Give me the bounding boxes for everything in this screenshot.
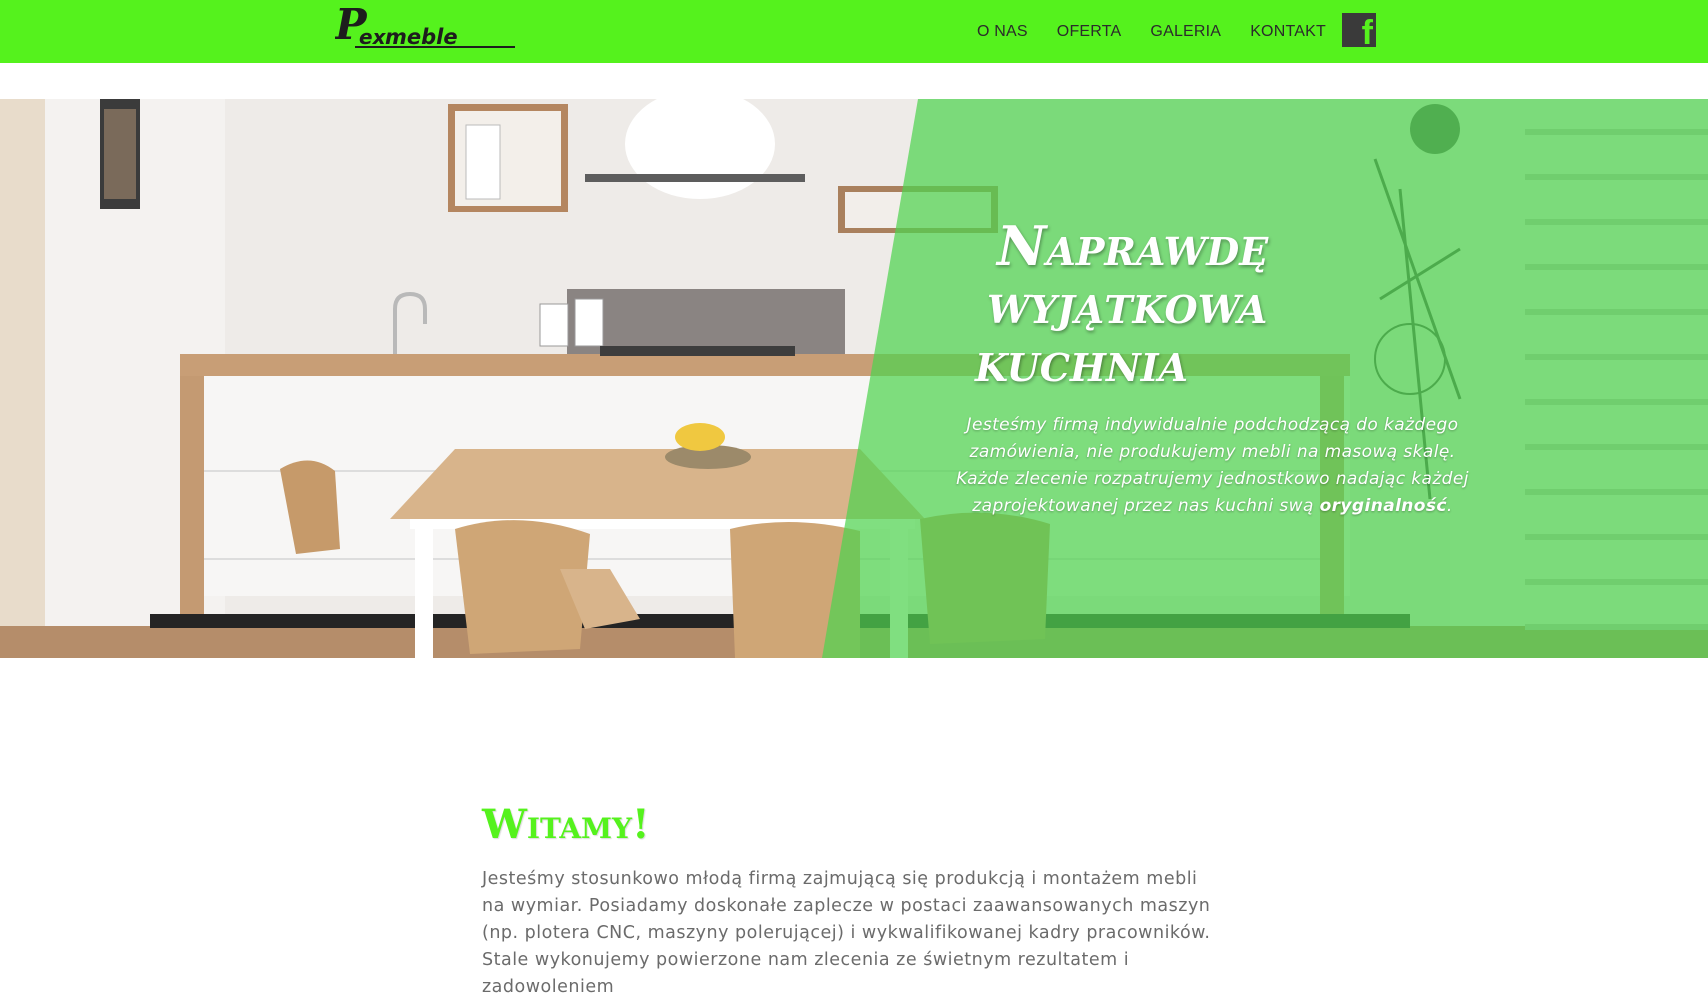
welcome-paragraph: Jesteśmy stosunkowo młodą firmą zajmując…: [482, 869, 1211, 997]
hero-description-end: .: [1446, 496, 1453, 516]
nav-item-o-nas[interactable]: O NAS: [977, 23, 1028, 41]
facebook-icon[interactable]: f: [1342, 13, 1376, 50]
hero-banner: Naprawdę wyjątkowa kuchnia Jesteśmy firm…: [0, 99, 1708, 658]
welcome-heading: Witamy!: [482, 801, 650, 848]
hero-description: Jesteśmy firmą indywidualnie podchodzącą…: [950, 412, 1475, 520]
hero-title-line: Naprawdę: [997, 214, 1269, 278]
svg-text:ex: ex: [359, 25, 387, 49]
hero-description-highlight: oryginalność: [1319, 496, 1447, 516]
nav-item-kontakt[interactable]: KONTAKT: [1250, 23, 1326, 41]
main-navigation: O NAS OFERTA GALERIA KONTAKT: [977, 0, 1355, 63]
top-navigation-bar: P ex meble O NAS OFERTA GALERIA KONTAKT …: [0, 0, 1708, 63]
hero-title-line: kuchnia: [975, 330, 1188, 394]
hero-title-line: wyjątkowa: [987, 272, 1268, 336]
kitchen-photo: [0, 99, 1708, 658]
svg-text:meble: meble: [385, 25, 458, 49]
nav-item-galeria[interactable]: GALERIA: [1150, 23, 1221, 41]
hero-title: Naprawdę wyjątkowa kuchnia: [975, 217, 1335, 391]
pexmeble-logo[interactable]: P ex meble: [335, 6, 520, 50]
nav-item-oferta[interactable]: OFERTA: [1057, 23, 1122, 41]
